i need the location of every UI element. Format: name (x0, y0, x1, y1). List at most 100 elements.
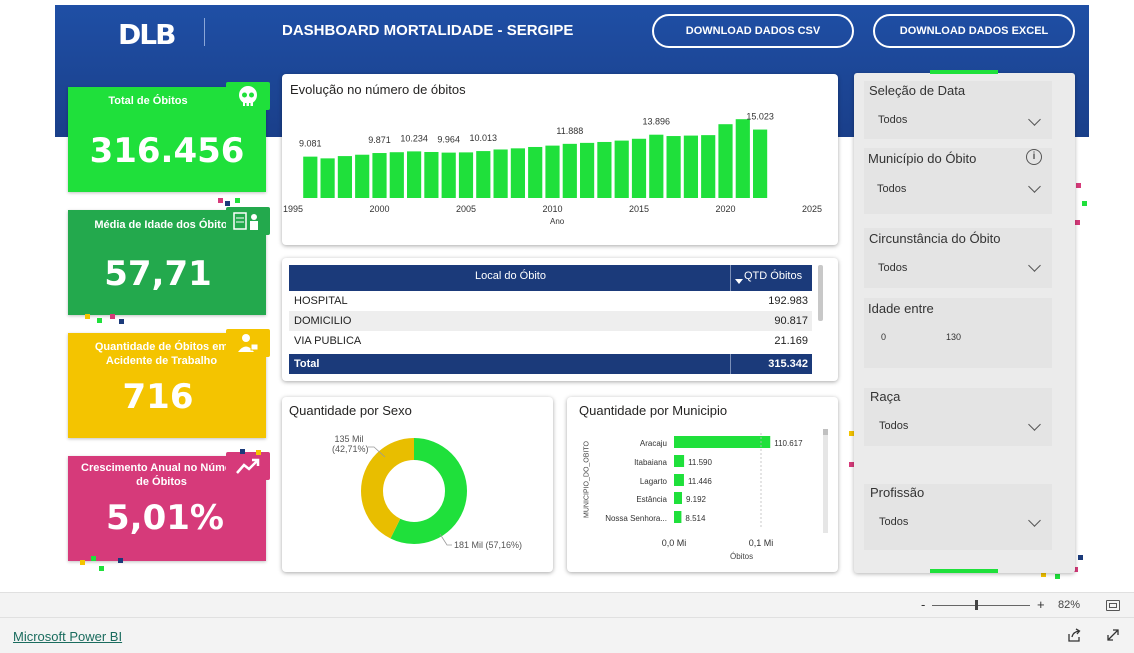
bar-1996[interactable] (303, 156, 318, 198)
kpi-total-value: 316.456 (89, 131, 245, 171)
municipio-scrollbar[interactable] (823, 429, 828, 533)
cell-qtd: 90.817 (774, 315, 808, 327)
label-feminino: 135 Mil (42,71%) (332, 434, 369, 454)
slicer-data-label: Seleção de Data (869, 83, 966, 98)
fit-page-icon[interactable] (1106, 600, 1120, 611)
table-row[interactable]: DOMICILIO 90.817 (289, 311, 812, 331)
x-tick-2020: 2020 (715, 204, 735, 214)
bar-2003[interactable] (424, 151, 439, 198)
bar-2000[interactable] (372, 153, 387, 198)
table-total-row: Total 315.342 (289, 354, 812, 374)
bar-1998[interactable] (337, 156, 352, 198)
power-bi-link[interactable]: Microsoft Power BI (13, 629, 122, 644)
cell-qtd: 21.169 (774, 335, 808, 347)
zoom-slider-thumb[interactable] (974, 600, 978, 610)
bar-2018[interactable] (683, 135, 698, 198)
idade-max-value[interactable]: 130 (946, 332, 961, 342)
bar-2020[interactable] (718, 124, 733, 198)
dashboard-title: DASHBOARD MORTALIDADE - SERGIPE (282, 22, 574, 39)
zoom-slider[interactable] (932, 600, 1030, 610)
bar-2004[interactable] (441, 152, 456, 198)
bar-2016[interactable] (649, 134, 664, 198)
bar-2010[interactable] (545, 145, 560, 198)
table-row[interactable]: VIA PUBLICA 21.169 (289, 331, 812, 351)
slicer-circunstancia-value: Todos (878, 262, 908, 274)
slicer-idade-label: Idade entre (868, 301, 934, 316)
bar-4[interactable] (674, 511, 682, 523)
bar-1[interactable] (674, 455, 685, 467)
id-card-icon (226, 207, 270, 235)
chevron-down-icon[interactable] (1028, 180, 1041, 193)
bar-2012[interactable] (580, 142, 595, 198)
slicer-raca[interactable]: Raça Todos (864, 388, 1052, 446)
bar-3[interactable] (674, 492, 682, 504)
bar-2009[interactable] (528, 146, 543, 198)
table-scrollbar[interactable] (818, 265, 823, 321)
value-label: 9.192 (686, 495, 707, 504)
evolucao-panel: Evolução no número de óbitos 9.081 9.871 1… (282, 74, 838, 245)
bar-2015[interactable] (631, 138, 647, 198)
slicer-data[interactable]: Seleção de Data Todos (864, 81, 1052, 139)
data-label-2006: 10.013 (470, 133, 498, 143)
bar-2019[interactable] (701, 135, 716, 198)
panel-accent-top (930, 70, 998, 74)
expand-icon[interactable] (1106, 628, 1120, 642)
data-label-2022: 15.023 (746, 112, 774, 122)
bar-2014[interactable] (614, 140, 629, 198)
bar-2007[interactable] (493, 149, 508, 198)
value-label: 11.590 (688, 458, 712, 467)
chevron-down-icon[interactable] (1028, 418, 1041, 431)
bar-2002[interactable] (407, 151, 422, 198)
bar-2001[interactable] (389, 152, 404, 198)
worker-icon (226, 329, 270, 357)
bar-2[interactable] (674, 474, 684, 486)
idade-min-value[interactable]: 0 (881, 332, 886, 342)
kpi-acidente-label: Quantidade de Óbitos em Acidente de Trab… (94, 341, 229, 367)
data-label-2011: 11.888 (556, 126, 583, 136)
info-icon[interactable]: i (1026, 149, 1042, 165)
bar-1997[interactable] (320, 158, 335, 198)
municipio-xlabel: Óbitos (730, 552, 754, 561)
slicer-municipio[interactable]: Município do Óbito i Todos (864, 148, 1052, 214)
zoom-out-button[interactable]: - (921, 597, 925, 612)
panel-accent-bottom (930, 569, 998, 573)
share-icon[interactable] (1067, 628, 1082, 642)
chevron-down-icon[interactable] (1028, 514, 1041, 527)
slicer-circunstancia[interactable]: Circunstância do Óbito Todos (864, 228, 1052, 288)
bar-2011[interactable] (562, 143, 577, 198)
bar-1999[interactable] (355, 154, 370, 198)
chevron-down-icon[interactable] (1028, 113, 1041, 126)
total-label: Total (294, 358, 320, 370)
category-label: Lagarto (640, 477, 668, 486)
footer-bar: Microsoft Power BI (0, 617, 1134, 653)
zoom-in-button[interactable]: + (1037, 597, 1045, 612)
table-row[interactable]: HOSPITAL 192.983 (289, 291, 812, 311)
evolucao-xlabel: Ano (550, 217, 565, 226)
cell-local: DOMICILIO (294, 315, 352, 327)
bar-2021[interactable] (735, 119, 750, 198)
chevron-down-icon[interactable] (1028, 259, 1041, 272)
download-excel-button[interactable]: DOWNLOAD DADOS EXCEL (873, 14, 1075, 48)
column-header-local[interactable]: Local do Óbito (475, 270, 546, 282)
bar-2022[interactable] (753, 129, 768, 198)
local-obito-table: Local do Óbito QTD Óbitos HOSPITAL 192.9… (282, 258, 838, 381)
slicer-profissao[interactable]: Profissão Todos (864, 484, 1052, 550)
slicer-profissao-value: Todos (879, 516, 909, 528)
column-header-qtd[interactable]: QTD Óbitos (744, 270, 802, 282)
bar-2008[interactable] (510, 148, 525, 198)
total-value: 315.342 (768, 358, 808, 370)
bar-0[interactable] (674, 436, 771, 448)
bar-2013[interactable] (597, 141, 612, 198)
kpi-media-value: 57,71 (104, 254, 212, 294)
bar-2017[interactable] (666, 136, 681, 198)
slicer-profissao-label: Profissão (870, 485, 925, 500)
data-label-2000: 9.871 (368, 135, 391, 145)
bar-2006[interactable] (476, 151, 491, 198)
data-label-1996: 9.081 (299, 139, 322, 149)
slicer-data-value: Todos (878, 114, 908, 126)
download-csv-button[interactable]: DOWNLOAD DADOS CSV (652, 14, 854, 48)
slicer-idade[interactable]: Idade entre 0 130 (864, 298, 1052, 368)
value-label: 8.514 (685, 514, 706, 523)
sort-desc-icon (735, 279, 743, 284)
bar-2005[interactable] (458, 152, 474, 198)
